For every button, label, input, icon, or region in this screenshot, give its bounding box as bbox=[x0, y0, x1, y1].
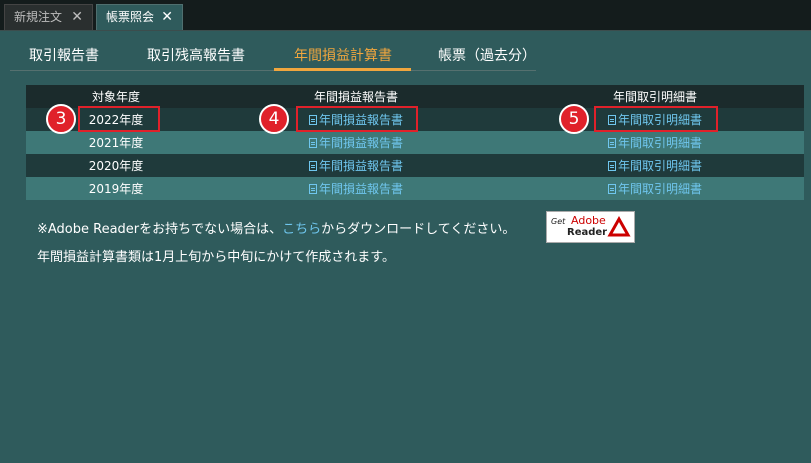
table-row: 2019年度 年間損益報告書 年間取引明細書 bbox=[26, 177, 804, 200]
trade-detail-link[interactable]: 年間取引明細書 bbox=[607, 136, 702, 150]
column-header-pl-report: 年間損益報告書 bbox=[313, 90, 398, 104]
adobe-get-text: Get bbox=[551, 217, 566, 226]
link-label: 年間損益報告書 bbox=[318, 159, 403, 173]
tab-trade-report[interactable]: 取引報告書 bbox=[29, 45, 99, 65]
window-tab-new-order[interactable]: 新規注文 ✕ bbox=[4, 4, 93, 30]
window-tab-report-inquiry[interactable]: 帳票照会 ✕ bbox=[96, 4, 183, 30]
document-icon bbox=[607, 184, 616, 194]
get-adobe-reader-button[interactable]: Get Adobe Reader bbox=[546, 211, 635, 243]
pl-report-link[interactable]: 年間損益報告書 bbox=[308, 182, 403, 196]
trade-detail-cell: 年間取引明細書 bbox=[506, 177, 804, 200]
active-tab-indicator bbox=[274, 68, 411, 71]
step-badge-3: 3 bbox=[46, 104, 76, 134]
adobe-reader-note: ※Adobe Readerをお持ちでない場合は、こちらからダウンロードしてくださ… bbox=[37, 218, 515, 237]
pl-report-cell: 年間損益報告書 bbox=[206, 131, 506, 154]
document-icon bbox=[607, 138, 616, 148]
year-cell: 2019年度 bbox=[88, 182, 144, 196]
annual-reports-table: 対象年度 年間損益報告書 年間取引明細書 2022年度 年間損益報告書 年間取引… bbox=[26, 85, 804, 200]
document-icon bbox=[308, 184, 317, 194]
table-header-row: 対象年度 年間損益報告書 年間取引明細書 bbox=[26, 85, 804, 108]
table-row: 2020年度 年間損益報告書 年間取引明細書 bbox=[26, 154, 804, 177]
year-cell: 2021年度 bbox=[88, 136, 144, 150]
highlight-box-pl-report bbox=[296, 106, 418, 132]
document-icon bbox=[308, 161, 317, 171]
document-icon bbox=[308, 138, 317, 148]
report-subtabs: 取引報告書 取引残高報告書 年間損益計算書 帳票（過去分） bbox=[10, 40, 536, 71]
step-badge-4: 4 bbox=[259, 104, 289, 134]
column-header-year: 対象年度 bbox=[91, 90, 140, 104]
trade-detail-cell: 年間取引明細書 bbox=[506, 131, 804, 154]
pl-report-cell: 年間損益報告書 bbox=[206, 154, 506, 177]
highlight-box-year bbox=[78, 106, 160, 132]
tab-past-reports[interactable]: 帳票（過去分） bbox=[438, 45, 536, 65]
link-label: 年間損益報告書 bbox=[318, 182, 403, 196]
trade-detail-link[interactable]: 年間取引明細書 bbox=[607, 182, 702, 196]
pl-report-link[interactable]: 年間損益報告書 bbox=[308, 136, 403, 150]
column-header-trade-detail: 年間取引明細書 bbox=[612, 90, 697, 104]
tab-balance-report[interactable]: 取引残高報告書 bbox=[147, 45, 245, 65]
adobe-reader-logo-icon bbox=[607, 215, 631, 239]
table-row: 2021年度 年間損益報告書 年間取引明細書 bbox=[26, 131, 804, 154]
pl-report-link[interactable]: 年間損益報告書 bbox=[308, 159, 403, 173]
trade-detail-cell: 年間取引明細書 bbox=[506, 154, 804, 177]
year-cell: 2020年度 bbox=[88, 159, 144, 173]
highlight-box-trade-detail bbox=[594, 106, 718, 132]
tab-annual-pl-statement[interactable]: 年間損益計算書 bbox=[294, 45, 392, 65]
download-link[interactable]: こちら bbox=[282, 222, 321, 237]
trade-detail-link[interactable]: 年間取引明細書 bbox=[607, 159, 702, 173]
document-icon bbox=[607, 161, 616, 171]
close-icon[interactable]: ✕ bbox=[161, 5, 173, 30]
link-label: 年間取引明細書 bbox=[617, 136, 702, 150]
pl-report-cell: 年間損益報告書 bbox=[206, 177, 506, 200]
link-label: 年間取引明細書 bbox=[617, 159, 702, 173]
window-tab-bar: 新規注文 ✕ 帳票照会 ✕ bbox=[0, 0, 811, 31]
window-tab-label: 帳票照会 bbox=[106, 10, 155, 24]
creation-schedule-note: 年間損益計算書類は1月上旬から中旬にかけて作成されます。 bbox=[37, 250, 395, 265]
link-label: 年間損益報告書 bbox=[318, 136, 403, 150]
note-text: からダウンロードしてください。 bbox=[321, 222, 516, 237]
close-icon[interactable]: ✕ bbox=[71, 5, 83, 30]
adobe-reader-text: Reader bbox=[567, 227, 608, 238]
link-label: 年間取引明細書 bbox=[617, 182, 702, 196]
window-tab-label: 新規注文 bbox=[14, 10, 63, 24]
step-badge-5: 5 bbox=[559, 104, 589, 134]
note-text: ※Adobe Readerをお持ちでない場合は、 bbox=[37, 222, 283, 237]
adobe-brand-text: Adobe bbox=[571, 214, 606, 227]
